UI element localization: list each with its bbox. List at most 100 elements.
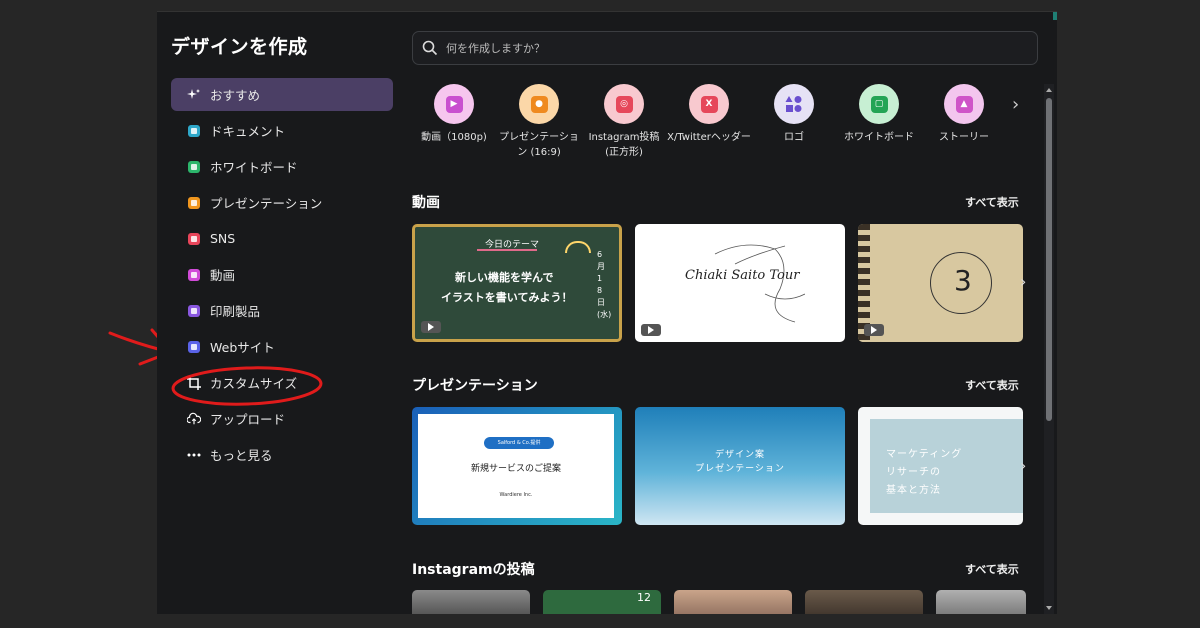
slide-body: Salford & Co.提供 新規サービスのご提案 Wardiere Inc. bbox=[418, 414, 614, 518]
instagram-template-card-4[interactable] bbox=[805, 590, 923, 614]
card-text: プレゼンテーション bbox=[695, 464, 785, 474]
presentation-icon bbox=[187, 196, 201, 210]
sidebar-item-label: プレゼンテーション bbox=[210, 196, 323, 211]
sidebar-item-label: ホワイトボード bbox=[210, 160, 298, 175]
card-text: リサーチの bbox=[886, 467, 941, 478]
play-icon bbox=[421, 321, 441, 333]
sidebar-item-more[interactable]: もっと見る bbox=[171, 438, 393, 471]
sidebar-item-video[interactable]: 動画 bbox=[171, 258, 393, 291]
category-video[interactable]: ▶ 動画（1080p) bbox=[412, 84, 496, 145]
sidebar-item-whiteboard[interactable]: ホワイトボード bbox=[171, 150, 393, 183]
category-whiteboard[interactable]: ▢ ホワイトボード bbox=[837, 84, 921, 145]
video-icon bbox=[187, 268, 201, 282]
heart-icon bbox=[187, 232, 201, 246]
category-label: Instagram投稿 (正方形) bbox=[588, 132, 660, 158]
presentation-template-card-2[interactable]: デザイン案 プレゼンテーション bbox=[635, 407, 845, 525]
sidebar-item-label: SNS bbox=[210, 231, 236, 246]
card-text: 新規サービスのご提案 bbox=[470, 464, 561, 474]
logo-shapes-icon bbox=[774, 84, 814, 124]
instagram-template-card-2[interactable]: 12 bbox=[543, 590, 661, 614]
card-text: Chiaki Saito Tour bbox=[685, 268, 800, 283]
x-icon: X bbox=[689, 84, 729, 124]
sidebar-item-print[interactable]: 印刷製品 bbox=[171, 294, 393, 327]
category-row: ▶ 動画（1080p) ● プレゼンテーション (16:9) ◎ Instagr… bbox=[412, 84, 1052, 174]
section-title-instagram: Instagramの投稿 bbox=[412, 562, 535, 578]
instagram-template-card-5[interactable] bbox=[936, 590, 1026, 614]
card-text: マーケティング bbox=[886, 449, 963, 460]
card-text: 基本と方法 bbox=[886, 485, 941, 496]
search-icon bbox=[422, 40, 438, 56]
create-design-panel: デザインを作成 おすすめ ドキュメント ホワイトボード プレゼンテーション SN… bbox=[157, 11, 1057, 614]
video-icon: ▶ bbox=[434, 84, 474, 124]
sidebar-title: デザインを作成 bbox=[171, 36, 308, 58]
card-text: 新しい機能を学んで bbox=[455, 271, 554, 284]
chevron-right-icon[interactable]: › bbox=[1012, 94, 1019, 115]
rainbow-decoration bbox=[565, 241, 591, 253]
sidebar-item-label: Webサイト bbox=[210, 340, 275, 355]
card-text: 3 bbox=[954, 264, 972, 297]
sparkle-icon bbox=[187, 88, 201, 102]
document-icon bbox=[187, 124, 201, 138]
sidebar-item-document[interactable]: ドキュメント bbox=[171, 114, 393, 147]
sidebar: デザインを作成 おすすめ ドキュメント ホワイトボード プレゼンテーション SN… bbox=[157, 12, 407, 614]
category-label: X/Twitterヘッダー bbox=[667, 132, 751, 143]
category-label: ストーリー bbox=[939, 132, 989, 143]
play-icon bbox=[864, 324, 884, 336]
scroll-down-icon[interactable] bbox=[1046, 606, 1052, 610]
sidebar-nav: おすすめ ドキュメント ホワイトボード プレゼンテーション SNS 動画 印刷製… bbox=[171, 78, 393, 474]
sidebar-item-website[interactable]: Webサイト bbox=[171, 330, 393, 363]
sidebar-item-presentation[interactable]: プレゼンテーション bbox=[171, 186, 393, 219]
chevron-right-icon[interactable]: › bbox=[1020, 272, 1026, 291]
instagram-template-card-3[interactable] bbox=[674, 590, 792, 614]
search-input[interactable] bbox=[446, 41, 946, 55]
play-icon bbox=[641, 324, 661, 336]
category-x-twitter[interactable]: X X/Twitterヘッダー bbox=[667, 84, 751, 145]
section-title-presentation: プレゼンテーション bbox=[412, 378, 538, 394]
more-icon bbox=[187, 448, 201, 462]
sidebar-item-label: ドキュメント bbox=[210, 124, 286, 139]
see-all-video-link[interactable]: すべて表示 bbox=[965, 194, 1019, 210]
section-title-video: 動画 bbox=[412, 195, 440, 211]
category-presentation[interactable]: ● プレゼンテーション (16:9) bbox=[497, 84, 581, 160]
category-label: ホワイトボード bbox=[844, 132, 914, 143]
see-all-presentation-link[interactable]: すべて表示 bbox=[965, 377, 1019, 393]
story-icon: ▲ bbox=[944, 84, 984, 124]
underline-decoration bbox=[477, 249, 537, 251]
chevron-right-icon[interactable]: › bbox=[1020, 456, 1026, 475]
scroll-up-icon[interactable] bbox=[1046, 88, 1052, 92]
see-all-instagram-link[interactable]: すべて表示 bbox=[965, 561, 1019, 577]
sidebar-item-label: おすすめ bbox=[210, 88, 261, 103]
whiteboard-icon: ▢ bbox=[859, 84, 899, 124]
sidebar-item-recommended[interactable]: おすすめ bbox=[171, 78, 393, 111]
sidebar-item-sns[interactable]: SNS bbox=[171, 222, 393, 255]
category-label: ロゴ bbox=[784, 132, 804, 143]
category-logo[interactable]: ロゴ bbox=[752, 84, 836, 145]
whiteboard-icon bbox=[187, 160, 201, 174]
sidebar-item-label: 動画 bbox=[210, 268, 236, 283]
category-story[interactable]: ▲ ストーリー bbox=[922, 84, 1006, 145]
sidebar-item-label: アップロード bbox=[210, 412, 286, 427]
panel-accent bbox=[1053, 12, 1057, 20]
card-text: イラストを書いてみよう！ bbox=[441, 291, 573, 304]
annotation-circle bbox=[171, 366, 323, 406]
presentation-template-card-1[interactable]: Salford & Co.提供 新規サービスのご提案 Wardiere Inc. bbox=[412, 407, 622, 525]
video-template-card-2[interactable]: Chiaki Saito Tour bbox=[635, 224, 845, 342]
website-icon bbox=[187, 340, 201, 354]
sidebar-item-label: 印刷製品 bbox=[210, 304, 261, 319]
card-text: 6月18日(水) bbox=[597, 250, 612, 319]
video-template-card-1[interactable]: 今日のテーマ 新しい機能を学んで イラストを書いてみよう！ 6月18日(水) bbox=[412, 224, 622, 342]
presentation-icon: ● bbox=[519, 84, 559, 124]
card-text: デザイン案 bbox=[714, 450, 765, 460]
cloud-upload-icon bbox=[187, 412, 201, 426]
sidebar-item-label: もっと見る bbox=[210, 448, 273, 463]
scrollbar[interactable] bbox=[1044, 84, 1054, 614]
category-instagram[interactable]: ◎ Instagram投稿 (正方形) bbox=[582, 84, 666, 160]
scroll-thumb[interactable] bbox=[1046, 98, 1052, 421]
category-label: 動画（1080p) bbox=[421, 132, 487, 143]
search-bar[interactable] bbox=[412, 31, 1038, 65]
card-text: Salford & Co.提供 bbox=[484, 437, 554, 449]
presentation-template-card-3[interactable]: マーケティング リサーチの 基本と方法 bbox=[858, 407, 1023, 525]
instagram-template-card-1[interactable] bbox=[412, 590, 530, 614]
video-template-card-3[interactable]: 3 bbox=[858, 224, 1023, 342]
category-label: プレゼンテーション (16:9) bbox=[499, 132, 579, 158]
